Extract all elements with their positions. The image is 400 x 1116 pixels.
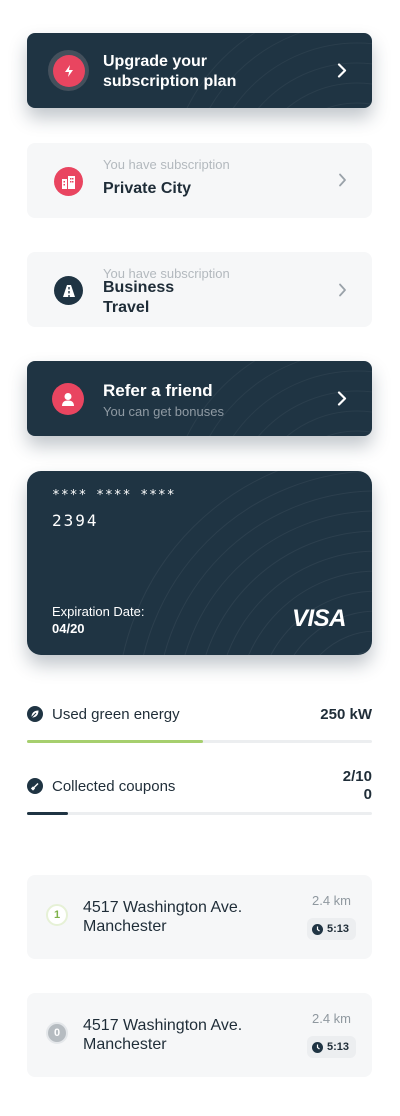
station-time-badge: 5:13 [306, 918, 356, 940]
highway-icon [54, 276, 83, 305]
card-number-masked: **** **** **** [52, 488, 176, 503]
station-marker: 0 [46, 1022, 68, 1044]
clock-icon [311, 1041, 323, 1053]
coupons-progress [27, 812, 372, 815]
coupons-value: 2/10 0 [342, 768, 372, 803]
chevron-right-icon [339, 283, 346, 297]
coupons-label: Collected coupons [52, 778, 176, 795]
station-card[interactable]: 0 4517 Washington Ave. Manchester 2.4 km… [27, 993, 372, 1077]
green-energy-value: 250 kW [320, 706, 372, 723]
station-distance: 2.4 km [311, 893, 351, 908]
station-address: 4517 Washington Ave. Manchester [83, 1017, 243, 1053]
coupons-progress-fill [27, 812, 69, 815]
expiration-value: 04/20 [52, 621, 85, 636]
visa-logo: VISA [291, 605, 347, 632]
chevron-right-icon [339, 173, 346, 187]
station-marker: 1 [46, 904, 68, 926]
payment-card[interactable]: **** **** **** 2394 Expiration Date: 04/… [27, 471, 372, 655]
lightning-icon [52, 54, 85, 87]
refer-subtitle: You can get bonuses [103, 404, 224, 419]
card-last-digits: 2394 [52, 511, 99, 530]
refer-title: Refer a friend [103, 381, 213, 400]
station-address: 4517 Washington Ave. Manchester [83, 899, 243, 935]
station-time-badge: 5:13 [306, 1036, 356, 1058]
station-time: 5:13 [326, 923, 349, 935]
chevron-right-icon [337, 391, 347, 406]
subscription-name: Private City [103, 180, 192, 197]
city-icon [54, 167, 83, 196]
refer-friend-card[interactable]: Refer a friend You can get bonuses [27, 361, 372, 436]
station-card[interactable]: 1 4517 Washington Ave. Manchester 2.4 km… [27, 875, 372, 959]
subscription-card-business-travel[interactable]: You have subscription Business Travel [27, 252, 372, 327]
leaf-icon [27, 706, 43, 722]
chevron-right-icon [337, 63, 347, 78]
green-energy-progress-fill [27, 740, 203, 743]
green-energy-progress [27, 740, 372, 743]
station-marker-number: 0 [53, 1027, 61, 1039]
upgrade-title: Upgrade your subscription plan [103, 53, 237, 90]
upgrade-icon-ring [48, 50, 89, 91]
station-time: 5:13 [326, 1041, 349, 1053]
ticket-icon [27, 778, 43, 794]
green-energy-label: Used green energy [52, 706, 180, 723]
user-icon [52, 383, 84, 415]
subscription-card-private-city[interactable]: You have subscription Private City [27, 143, 372, 218]
station-distance: 2.4 km [311, 1011, 351, 1026]
clock-icon [311, 923, 323, 935]
expiration-label: Expiration Date: [52, 604, 145, 619]
station-marker-number: 1 [53, 909, 61, 921]
subscription-name: Business Travel [103, 279, 175, 316]
subscription-caption: You have subscription [103, 157, 230, 172]
upgrade-subscription-card[interactable]: Upgrade your subscription plan [27, 33, 372, 108]
